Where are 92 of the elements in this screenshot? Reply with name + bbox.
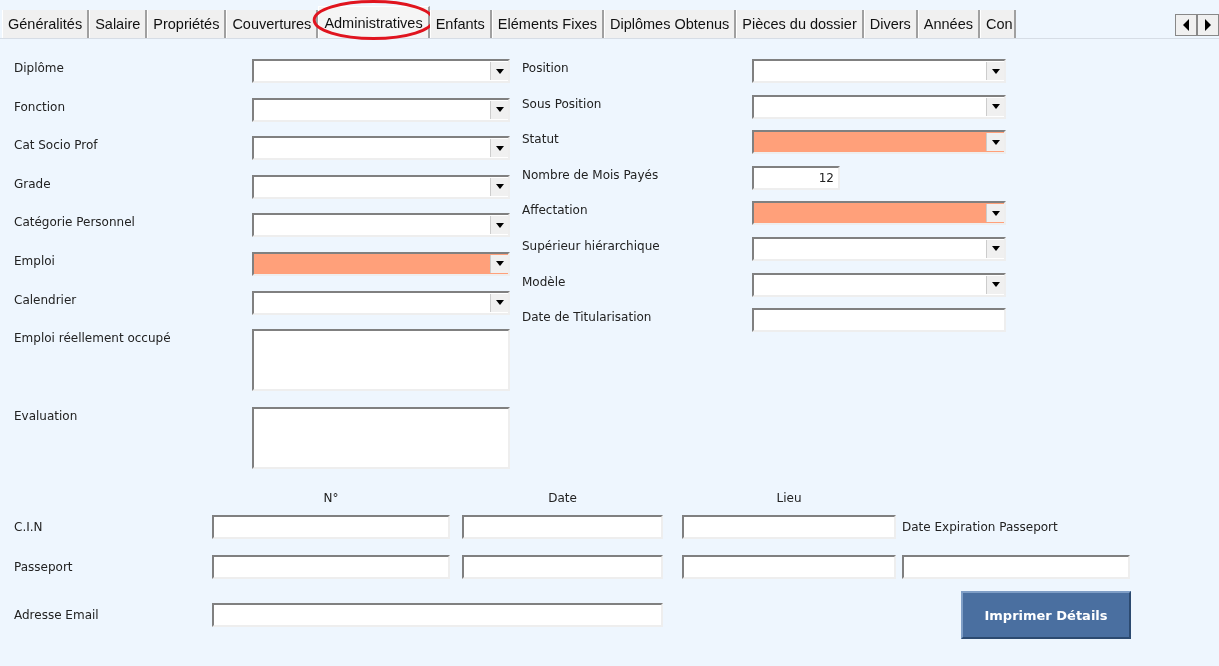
column-header: Lieu xyxy=(775,491,803,508)
input-field[interactable] xyxy=(682,555,896,580)
field-label: Modèle xyxy=(522,273,567,289)
field-label: Affectation xyxy=(522,202,589,218)
dropdown-button[interactable] xyxy=(986,62,1004,80)
field-label: Grade xyxy=(14,175,52,191)
tab[interactable]: Eléments Fixes xyxy=(491,10,604,38)
dropdown-field[interactable] xyxy=(252,59,510,83)
input-field[interactable] xyxy=(462,515,663,540)
caret-icon xyxy=(495,145,504,151)
dropdown-field[interactable] xyxy=(252,136,510,161)
caret-icon xyxy=(495,261,504,267)
dropdown-field[interactable] xyxy=(252,290,510,315)
scroll-left-button[interactable] xyxy=(1175,14,1197,36)
dropdown-button[interactable] xyxy=(490,216,508,235)
input-field[interactable]: 12 xyxy=(752,165,840,190)
left-arrow-icon xyxy=(1183,19,1189,31)
tab[interactable]: Administratives xyxy=(318,6,430,38)
dropdown-field[interactable] xyxy=(252,213,510,238)
field-label: Evaluation xyxy=(14,408,79,424)
dropdown-field[interactable] xyxy=(252,174,510,199)
input-field[interactable] xyxy=(212,555,450,580)
field-label: Fonction xyxy=(14,98,66,114)
caret-icon xyxy=(991,139,1000,145)
field-label: C.I.N xyxy=(14,520,44,535)
input-field[interactable] xyxy=(212,515,450,540)
field-label: Sous Position xyxy=(522,95,603,111)
tab[interactable]: Années xyxy=(917,10,980,38)
dropdown-button[interactable] xyxy=(490,100,508,119)
field-label: Supérieur hiérarchique xyxy=(522,237,661,253)
tab[interactable]: Divers xyxy=(863,10,918,38)
dropdown-field[interactable] xyxy=(752,94,1006,119)
field-label: Calendrier xyxy=(14,291,78,307)
tab[interactable]: Pièces du dossier xyxy=(736,10,864,38)
field-label: Diplôme xyxy=(14,60,65,75)
dropdown-button[interactable] xyxy=(490,177,508,196)
field-label: Date de Titularisation xyxy=(522,309,653,325)
input-field[interactable] xyxy=(682,515,896,540)
caret-icon xyxy=(495,184,504,190)
caret-icon xyxy=(495,222,504,228)
text-area[interactable] xyxy=(252,407,510,470)
dropdown-field[interactable] xyxy=(752,59,1006,83)
field-label: Emploi réellement occupé xyxy=(14,330,172,346)
scroll-right-button[interactable] xyxy=(1197,14,1219,36)
field-label: Statut xyxy=(522,131,560,147)
column-header: Date xyxy=(547,491,578,508)
dropdown-field[interactable] xyxy=(252,97,510,122)
field-label: Catégorie Personnel xyxy=(14,214,136,230)
tab[interactable]: Diplômes Obtenus xyxy=(604,10,737,38)
dropdown-button[interactable] xyxy=(986,239,1004,258)
tab[interactable]: Généralités xyxy=(2,10,90,38)
tab[interactable]: Couvertures xyxy=(226,10,319,38)
dropdown-button[interactable] xyxy=(490,62,508,80)
input-field[interactable] xyxy=(752,308,1006,333)
field-label: Cat Socio Prof xyxy=(14,137,99,153)
tab[interactable]: Con xyxy=(980,10,1016,38)
input-field[interactable] xyxy=(212,603,663,628)
field-label: Passeport xyxy=(14,560,74,575)
dropdown-field[interactable] xyxy=(752,201,1006,226)
caret-icon xyxy=(991,104,1000,110)
dropdown-field[interactable] xyxy=(752,130,1006,155)
tab[interactable]: Salaire xyxy=(89,10,148,38)
caret-icon xyxy=(991,282,1000,288)
tab[interactable]: Propriétés xyxy=(147,10,227,38)
dropdown-field[interactable] xyxy=(752,236,1006,261)
input-field[interactable] xyxy=(902,555,1130,580)
dropdown-button[interactable] xyxy=(490,293,508,312)
caret-icon xyxy=(495,107,504,113)
dropdown-field[interactable] xyxy=(252,251,510,276)
dropdown-button[interactable] xyxy=(986,133,1004,152)
text-area[interactable] xyxy=(252,329,510,392)
field-label: Adresse Email xyxy=(14,608,100,623)
right-arrow-icon xyxy=(1205,19,1211,31)
dropdown-button[interactable] xyxy=(986,204,1004,223)
caret-icon xyxy=(495,300,504,306)
tab[interactable]: Enfants xyxy=(429,10,492,38)
caret-icon xyxy=(495,68,504,74)
caret-icon xyxy=(991,210,1000,216)
field-label: Date Expiration Passeport xyxy=(902,520,1058,535)
dropdown-button[interactable] xyxy=(490,254,508,273)
caret-icon xyxy=(991,68,1000,74)
column-header: N° xyxy=(322,491,340,508)
field-label: Nombre de Mois Payés xyxy=(522,166,660,182)
dropdown-button[interactable] xyxy=(490,139,508,158)
dropdown-button[interactable] xyxy=(986,97,1004,116)
dropdown-field[interactable] xyxy=(752,272,1006,297)
field-label: Emploi xyxy=(14,252,56,268)
dropdown-button[interactable] xyxy=(986,275,1004,294)
input-field[interactable] xyxy=(462,555,663,580)
field-label: Position xyxy=(522,60,570,75)
caret-icon xyxy=(991,246,1000,252)
print-details-button[interactable]: Imprimer Détails xyxy=(961,591,1131,640)
